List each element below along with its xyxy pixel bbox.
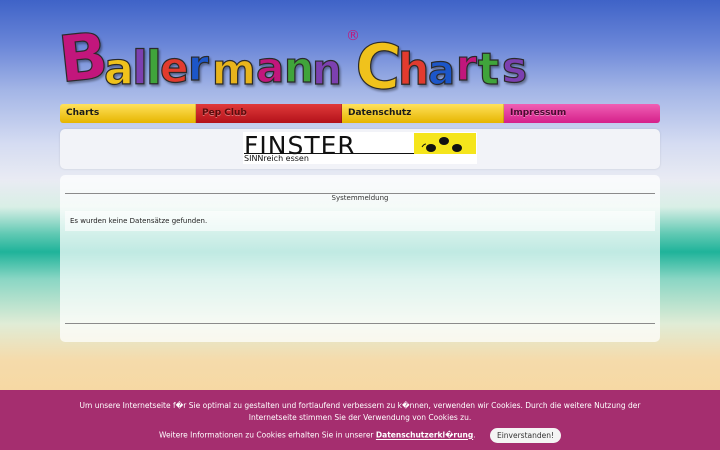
svg-text:s: s (502, 43, 527, 92)
cookie-accept-button[interactable]: Einverstanden! (489, 428, 562, 443)
cookie-info-line: Weitere Informationen zu Cookies erhalte… (0, 428, 720, 443)
svg-text:t: t (478, 44, 499, 95)
nav-item-impressum[interactable]: Impressum (504, 104, 660, 123)
system-message-title: Systemmeldung (331, 194, 389, 202)
svg-text:n: n (312, 45, 342, 94)
svg-text:a: a (256, 43, 284, 92)
svg-text:a: a (104, 44, 134, 95)
svg-text:e: e (160, 43, 189, 92)
nav-item-datenschutz[interactable]: Datenschutz (342, 104, 504, 123)
nav-item-pep-club[interactable]: Pep Club (196, 104, 342, 123)
ballermann-charts-logo[interactable]: B a l l e r m a n n C h a r t s ® (60, 18, 540, 100)
svg-text:a: a (428, 48, 455, 94)
cookie-info-text: Weitere Informationen zu Cookies erhalte… (158, 430, 376, 440)
svg-text:r: r (188, 41, 209, 90)
main-navigation: Charts Pep Club Datenschutz Impressum (60, 104, 660, 123)
cookie-info-period: . (473, 430, 476, 440)
svg-text:h: h (398, 44, 429, 95)
cookie-text-line1: Um unsere Internetseite f�r Sie optimal … (79, 401, 641, 410)
svg-text:m: m (212, 45, 256, 94)
ad-logo-mark (414, 133, 476, 154)
svg-text:r: r (456, 41, 477, 90)
cookie-banner: Um unsere Internetseite f�r Sie optimal … (0, 390, 720, 450)
svg-text:n: n (284, 43, 314, 92)
privacy-policy-link[interactable]: Datenschutzerkl�rung (376, 431, 473, 440)
dots-logo-icon (421, 137, 462, 152)
ad-tagline: SINNreich essen (244, 154, 309, 163)
cookie-text-line2: Internetseite stimmen Sie der Verwendung… (248, 413, 472, 422)
divider-bottom (65, 323, 655, 324)
registered-mark: ® (346, 28, 360, 44)
finster-ad-banner[interactable]: FINSTER SINNreich essen (243, 131, 477, 164)
nav-item-charts[interactable]: Charts (60, 104, 196, 123)
svg-text:C: C (353, 28, 403, 100)
system-message: Es wurden keine Datensätze gefunden. (65, 211, 655, 231)
